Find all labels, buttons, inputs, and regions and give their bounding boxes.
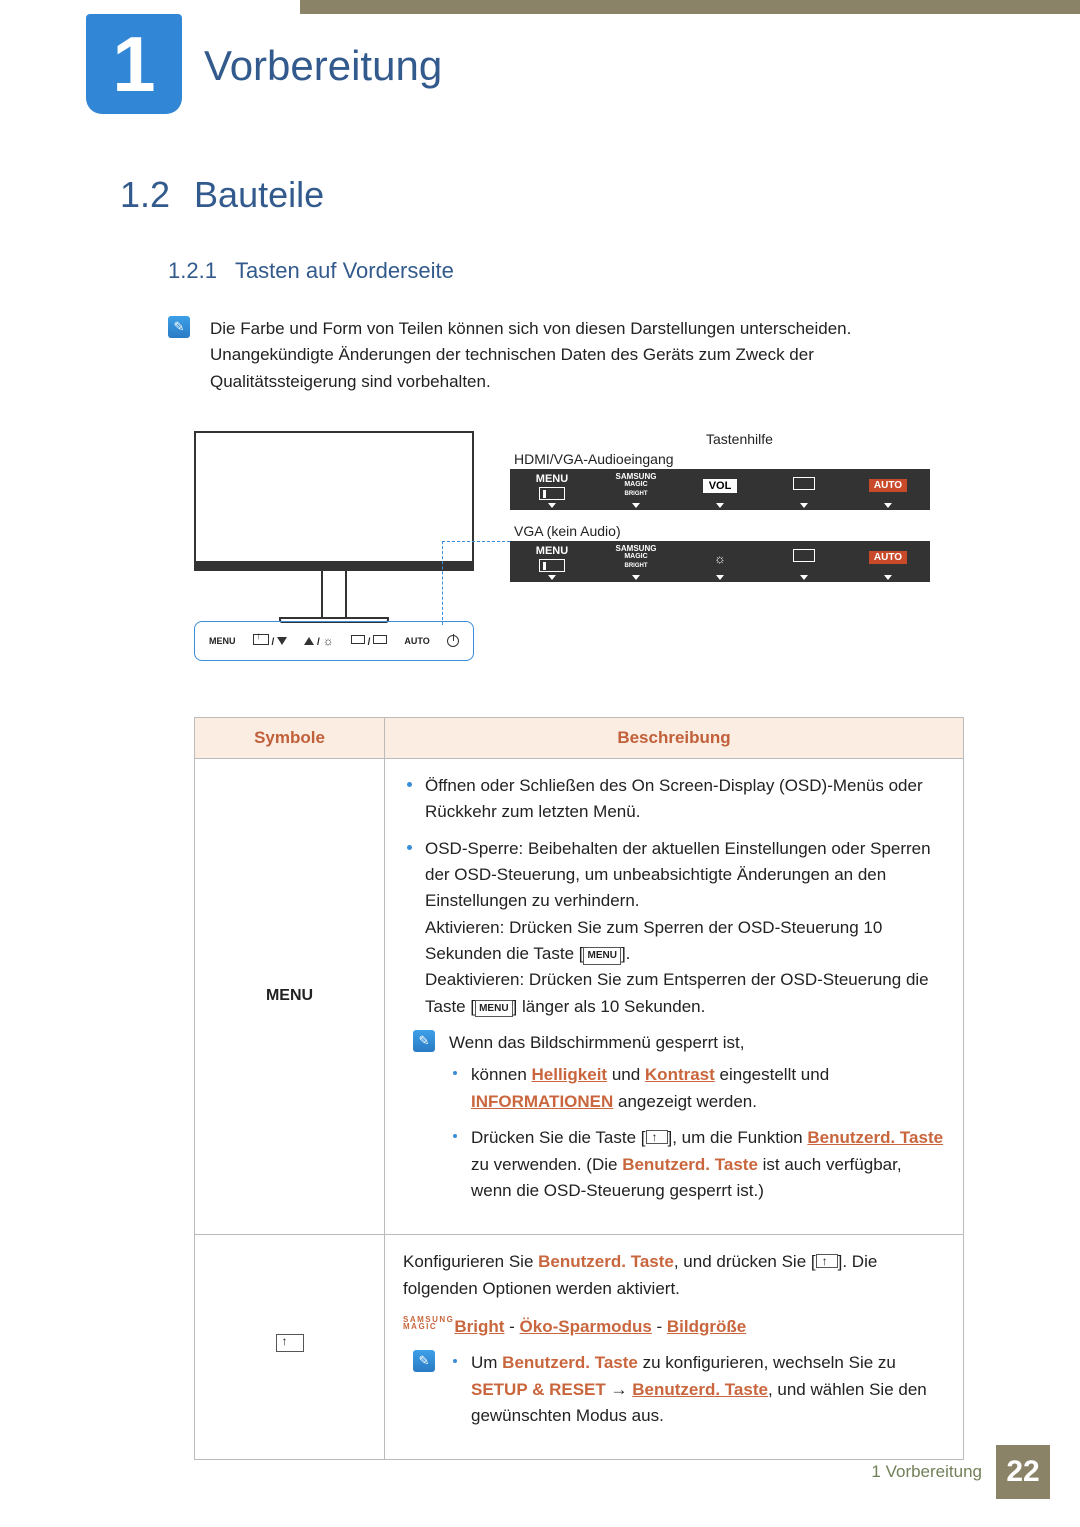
table-row: Konfigurieren Sie Benutzerd. Taste, und … — [195, 1235, 964, 1460]
list-item: Um Benutzerd. Taste zu konfigurieren, we… — [449, 1350, 945, 1429]
intro-note-text: Die Farbe und Form von Teilen können sic… — [210, 316, 930, 395]
legend-source-icon: / — [351, 635, 387, 648]
link-kontrast[interactable]: Kontrast — [645, 1065, 715, 1084]
link-informationen[interactable]: INFORMATIONEN — [471, 1092, 613, 1111]
osd-bar-hdmi: MENU SAMSUNGMAGIC BRIGHT VOL AUTO — [510, 469, 930, 510]
section-number: 1.2 — [120, 174, 170, 216]
legend-custom-icon: / — [253, 634, 287, 648]
osd-bright: BRIGHT — [625, 491, 648, 497]
chapter-title: Vorbereitung — [204, 42, 442, 90]
note-icon: ✎ — [168, 316, 190, 338]
symbol-custom-key — [195, 1235, 385, 1460]
subsection-heading: 1.2.1 Tasten auf Vorderseite — [168, 258, 930, 284]
col-beschreibung: Beschreibung — [385, 718, 964, 759]
list-item: OSD-Sperre: Beibehalten der aktuellen Ei… — [403, 836, 945, 1020]
custom-key-icon — [646, 1130, 668, 1144]
subsection-number: 1.2.1 — [168, 258, 217, 284]
link-magicbright[interactable]: Bright — [454, 1317, 504, 1336]
osd-magic-2: MAGIC — [624, 553, 647, 560]
section-heading: 1.2 Bauteile — [120, 174, 930, 216]
osd-menu-label-2: MENU — [510, 545, 594, 557]
desc-menu: Öffnen oder Schließen des On Screen-Disp… — [385, 759, 964, 1235]
page-number: 22 — [996, 1445, 1050, 1499]
chapter-number-tab: 1 — [86, 14, 182, 114]
osd-menu-label: MENU — [510, 473, 594, 485]
osd-samsung-2: SAMSUNG — [616, 544, 657, 553]
legend-brightness-icon: / ☼ — [304, 634, 333, 648]
note-icon: ✎ — [413, 1030, 435, 1052]
symbols-table: Symbole Beschreibung MENU Öffnen oder Sc… — [194, 717, 964, 1460]
legend-auto: AUTO — [404, 636, 429, 646]
label-vga-noaudio: VGA (kein Audio) — [514, 523, 621, 539]
note-icon: ✎ — [413, 1350, 435, 1372]
osd-samsung: SAMSUNG — [616, 472, 657, 481]
page-footer: 1 Vorbereitung 22 — [871, 1445, 1050, 1499]
top-accent-bar — [300, 0, 1080, 14]
osd-auto-2: AUTO — [869, 551, 907, 564]
link-benutzerd-taste-2[interactable]: Benutzerd. Taste — [632, 1380, 768, 1399]
osd-bar-vga: MENU SAMSUNGMAGICBRIGHT ☼ AUTO — [510, 541, 930, 582]
front-buttons-diagram: MENU / / ☼ / AUTO Tastenhilfe HDMI/VGA-A… — [194, 425, 964, 685]
list-item: können Helligkeit und Kontrast eingestel… — [449, 1062, 945, 1115]
osd-auto: AUTO — [869, 479, 907, 492]
desc-custom-key: Konfigurieren Sie Benutzerd. Taste, und … — [385, 1235, 964, 1460]
table-row: MENU Öffnen oder Schließen des On Screen… — [195, 759, 964, 1235]
col-symbole: Symbole — [195, 718, 385, 759]
osd-vol: VOL — [703, 479, 738, 493]
label-tastenhilfe: Tastenhilfe — [706, 431, 773, 447]
osd-bright-2: BRIGHT — [625, 563, 648, 569]
link-oeko-sparmodus[interactable]: Öko-Sparmodus — [520, 1317, 652, 1336]
monitor-illustration — [194, 431, 474, 623]
chapter-header: 1 Vorbereitung — [0, 14, 1080, 114]
link-bildgroesse[interactable]: Bildgröße — [667, 1317, 746, 1336]
link-benutzerd-taste[interactable]: Benutzerd. Taste — [807, 1128, 943, 1147]
label-hdmi-audio: HDMI/VGA-Audioeingang — [514, 451, 674, 467]
subsection-title: Tasten auf Vorderseite — [235, 258, 454, 284]
symbol-menu: MENU — [195, 759, 385, 1235]
note-lead: Wenn das Bildschirmmenü gesperrt ist, — [449, 1030, 945, 1056]
custom-key-icon — [816, 1254, 838, 1268]
link-helligkeit[interactable]: Helligkeit — [532, 1065, 608, 1084]
list-item: Öffnen oder Schließen des On Screen-Disp… — [403, 773, 945, 826]
front-button-legend: MENU / / ☼ / AUTO — [194, 621, 474, 661]
legend-menu: MENU — [209, 636, 236, 646]
intro-note: ✎ Die Farbe und Form von Teilen können s… — [168, 316, 930, 395]
legend-power-icon — [447, 635, 459, 648]
footer-chapter-ref: 1 Vorbereitung — [871, 1462, 996, 1482]
osd-magic: MAGIC — [624, 481, 647, 488]
list-item: Drücken Sie die Taste [], um die Funktio… — [449, 1125, 945, 1204]
section-title: Bauteile — [194, 174, 324, 216]
